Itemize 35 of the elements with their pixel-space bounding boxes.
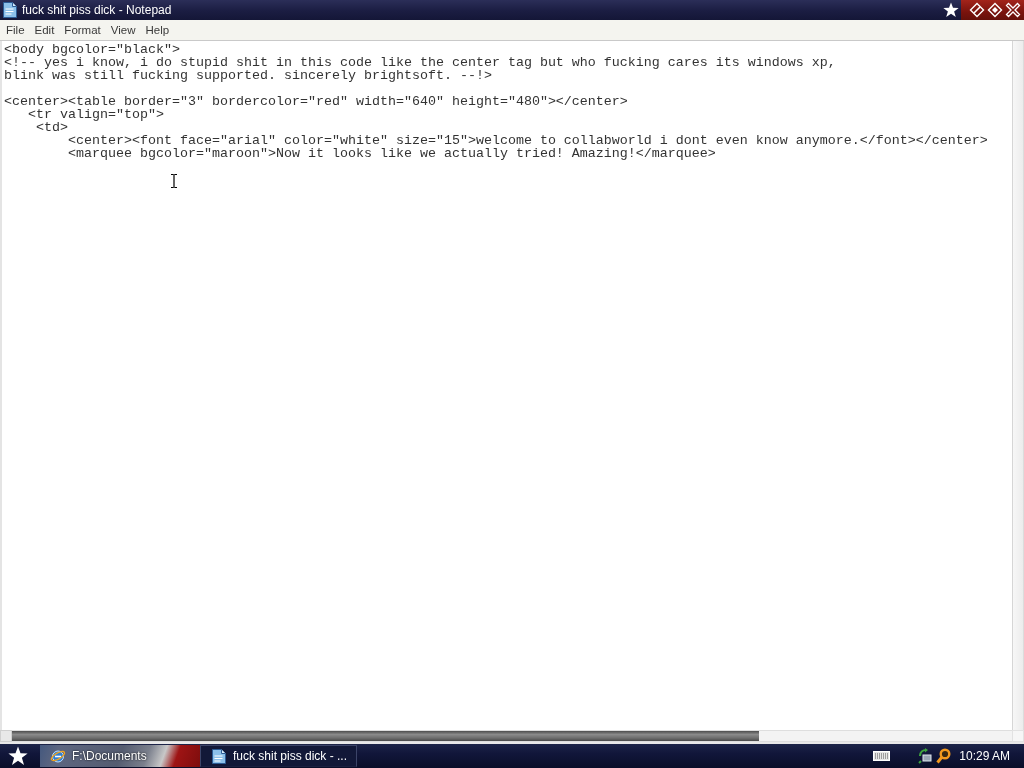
code-line: <marquee bgcolor="maroon">Now it looks like we actually tried! Amazing!</marquee> [67,147,716,160]
code-line: <center><font face="arial" color="white" size="15">welcome to collabworld i dont even know anymore.</font></center> [67,134,988,147]
menu-item[interactable]: View [105,22,141,38]
maximize-button[interactable] [987,2,1003,18]
close-icon [1005,2,1021,18]
menu-item[interactable]: Format [59,22,106,38]
star-icon [943,2,959,18]
horizontal-scrollbar[interactable] [12,730,1012,742]
text-cursor-icon [170,173,178,189]
code-line: <center><table border="3" bordercolor="red" width="640" height="480"></center> [4,95,628,108]
scrollbar-thumb[interactable] [12,731,759,741]
minimize-button[interactable] [969,2,985,18]
vertical-scrollbar[interactable] [1012,41,1023,730]
code-line: <!-- yes i know, i do stupid shit in this code like the center tag but who fucking cares its windows xp, [4,56,836,69]
menu-item[interactable]: Edit [29,22,60,38]
minimize-icon [969,2,985,18]
keyboard-icon[interactable] [873,751,891,761]
sync-icon[interactable] [918,748,934,764]
notepad-icon [211,747,227,765]
code-line: <td> [35,121,68,134]
menu-item[interactable]: File [1,22,30,38]
search-icon[interactable] [936,748,952,764]
code-line: <body bgcolor="black"> [4,43,180,56]
globe-ring-icon [50,747,66,765]
star-icon[interactable] [8,746,28,766]
menu-item[interactable]: Help [140,22,175,38]
taskbar-button[interactable]: fuck shit piss dick - ... [200,745,357,767]
code-line: <tr valign="top"> [27,108,164,121]
taskbar-button[interactable]: F:\Documents [40,745,200,767]
close-button[interactable] [1005,2,1021,18]
clock: 10:29 AM [959,748,1010,765]
notepad-icon [3,2,17,18]
maximize-icon [987,2,1003,18]
window-title: fuck shit piss dick - Notepad [22,3,172,17]
code-line: blink was still fucking supported. sincerely brightsoft. --!> [4,69,492,82]
